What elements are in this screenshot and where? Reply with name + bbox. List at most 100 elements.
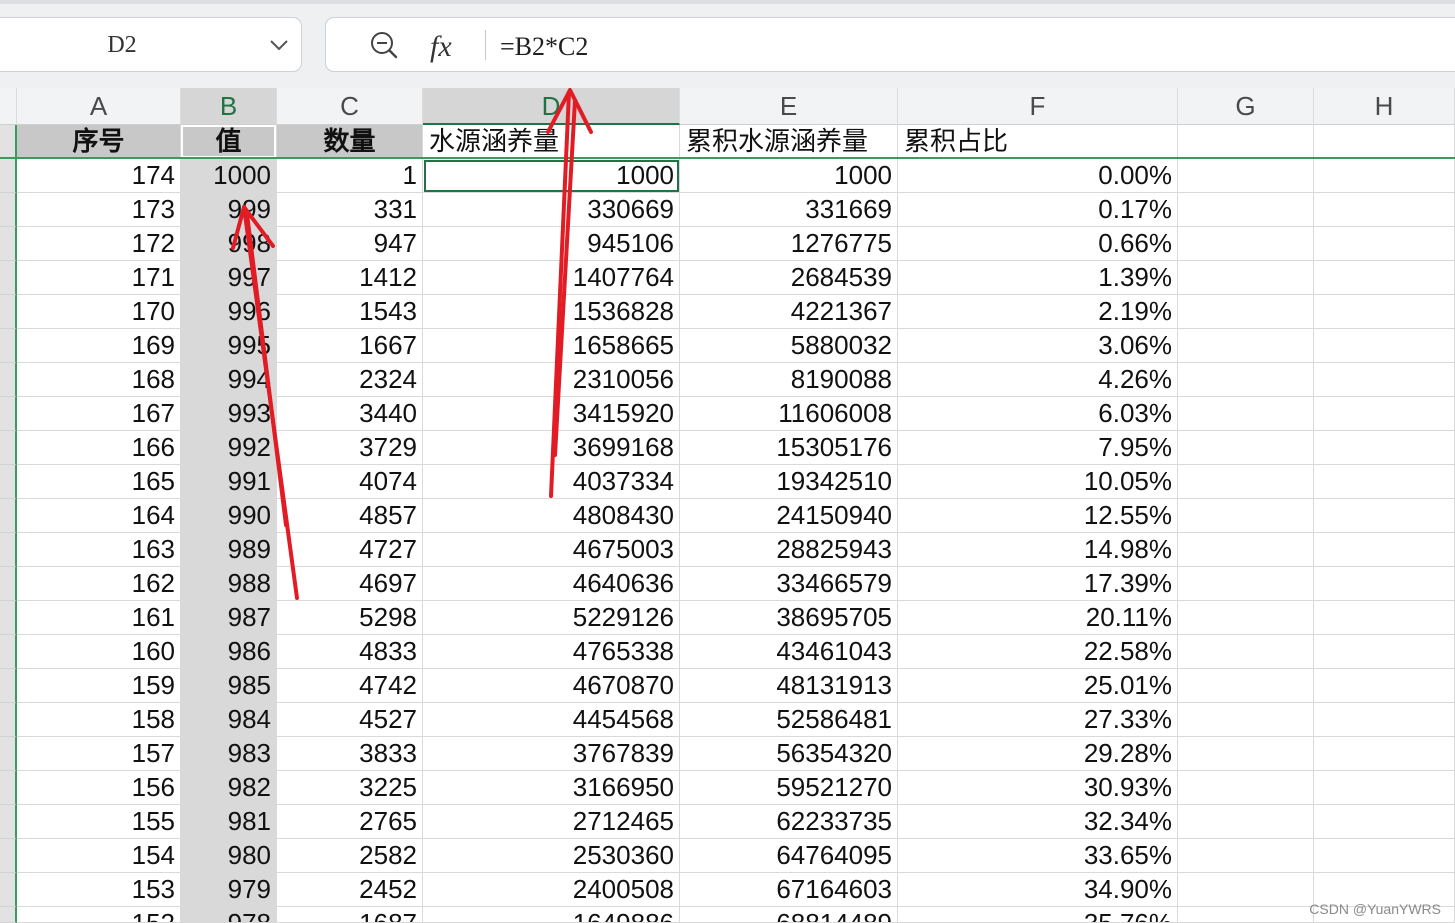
column-header-F[interactable]: F [898, 88, 1178, 125]
cell-D15[interactable]: 5229126 [423, 601, 680, 635]
cell-D7[interactable]: 1658665 [423, 329, 680, 363]
cell-H2[interactable] [1314, 159, 1455, 193]
cell-F16[interactable]: 22.58% [898, 635, 1178, 669]
cell-A19[interactable]: 157 [17, 737, 181, 771]
cell-H12[interactable] [1314, 499, 1455, 533]
header-cell-cumulative-share[interactable]: 累积占比 [898, 125, 1178, 159]
cell-F7[interactable]: 3.06% [898, 329, 1178, 363]
cell-B18[interactable]: 984 [181, 703, 277, 737]
cell-F9[interactable]: 6.03% [898, 397, 1178, 431]
cell-D23[interactable]: 2400508 [423, 873, 680, 907]
row-header[interactable] [0, 465, 17, 499]
cell-G18[interactable] [1178, 703, 1314, 737]
cell-C10[interactable]: 3729 [277, 431, 423, 465]
name-box-value[interactable]: D2 [94, 18, 150, 71]
cell-F5[interactable]: 1.39% [898, 261, 1178, 295]
cell-D11[interactable]: 4037334 [423, 465, 680, 499]
cell-E19[interactable]: 56354320 [680, 737, 898, 771]
cell-G7[interactable] [1178, 329, 1314, 363]
cell-G22[interactable] [1178, 839, 1314, 873]
cell-H9[interactable] [1314, 397, 1455, 431]
cell-H4[interactable] [1314, 227, 1455, 261]
row-header[interactable] [0, 363, 17, 397]
cell-E2[interactable]: 1000 [680, 159, 898, 193]
cell-A14[interactable]: 162 [17, 567, 181, 601]
row-header[interactable] [0, 567, 17, 601]
row-header[interactable] [0, 295, 17, 329]
cell-C6[interactable]: 1543 [277, 295, 423, 329]
cell-B9[interactable]: 993 [181, 397, 277, 431]
cell-A24[interactable]: 152 [17, 907, 181, 923]
cell-D18[interactable]: 4454568 [423, 703, 680, 737]
header-cell-value[interactable]: 值 [181, 125, 277, 159]
cell-F12[interactable]: 12.55% [898, 499, 1178, 533]
row-header[interactable] [0, 227, 17, 261]
cell-A11[interactable]: 165 [17, 465, 181, 499]
row-header[interactable] [0, 601, 17, 635]
cell-E6[interactable]: 4221367 [680, 295, 898, 329]
cell-C13[interactable]: 4727 [277, 533, 423, 567]
select-all-corner[interactable] [0, 88, 17, 125]
row-header[interactable] [0, 261, 17, 295]
cell-F21[interactable]: 32.34% [898, 805, 1178, 839]
cell-G17[interactable] [1178, 669, 1314, 703]
cell-D5[interactable]: 1407764 [423, 261, 680, 295]
cell-C8[interactable]: 2324 [277, 363, 423, 397]
cell-E10[interactable]: 15305176 [680, 431, 898, 465]
cell-C4[interactable]: 947 [277, 227, 423, 261]
row-header[interactable] [0, 329, 17, 363]
cell-B22[interactable]: 980 [181, 839, 277, 873]
cell-H11[interactable] [1314, 465, 1455, 499]
row-header[interactable] [0, 635, 17, 669]
cell-B20[interactable]: 982 [181, 771, 277, 805]
cell-B21[interactable]: 981 [181, 805, 277, 839]
cell-H1[interactable] [1314, 125, 1455, 159]
cell-G16[interactable] [1178, 635, 1314, 669]
header-cell-water-conservation[interactable]: 水源涵养量 [423, 125, 680, 159]
cell-A4[interactable]: 172 [17, 227, 181, 261]
cell-A20[interactable]: 156 [17, 771, 181, 805]
cell-D14[interactable]: 4640636 [423, 567, 680, 601]
cell-H10[interactable] [1314, 431, 1455, 465]
row-header[interactable] [0, 669, 17, 703]
cell-E15[interactable]: 38695705 [680, 601, 898, 635]
cell-E18[interactable]: 52586481 [680, 703, 898, 737]
name-box[interactable]: D2 [0, 17, 302, 72]
cell-E8[interactable]: 8190088 [680, 363, 898, 397]
row-header[interactable] [0, 193, 17, 227]
column-header-C[interactable]: C [277, 88, 423, 125]
column-header-H[interactable]: H [1314, 88, 1455, 125]
cell-E22[interactable]: 64764095 [680, 839, 898, 873]
cell-D2[interactable]: 1000 [423, 159, 680, 193]
cell-H15[interactable] [1314, 601, 1455, 635]
cell-G24[interactable] [1178, 907, 1314, 923]
cell-C3[interactable]: 331 [277, 193, 423, 227]
row-header[interactable] [0, 737, 17, 771]
cell-B5[interactable]: 997 [181, 261, 277, 295]
cell-E17[interactable]: 48131913 [680, 669, 898, 703]
cell-E5[interactable]: 2684539 [680, 261, 898, 295]
cell-C15[interactable]: 5298 [277, 601, 423, 635]
cell-D3[interactable]: 330669 [423, 193, 680, 227]
cell-G2[interactable] [1178, 159, 1314, 193]
cell-B8[interactable]: 994 [181, 363, 277, 397]
cell-D12[interactable]: 4808430 [423, 499, 680, 533]
cell-C9[interactable]: 3440 [277, 397, 423, 431]
cell-D8[interactable]: 2310056 [423, 363, 680, 397]
cell-C5[interactable]: 1412 [277, 261, 423, 295]
cell-H3[interactable] [1314, 193, 1455, 227]
cell-G4[interactable] [1178, 227, 1314, 261]
formula-bar[interactable]: fx =B2*C2 [325, 17, 1455, 72]
cell-H5[interactable] [1314, 261, 1455, 295]
cell-C17[interactable]: 4742 [277, 669, 423, 703]
cell-G20[interactable] [1178, 771, 1314, 805]
cell-C21[interactable]: 2765 [277, 805, 423, 839]
cell-F17[interactable]: 25.01% [898, 669, 1178, 703]
cell-A12[interactable]: 164 [17, 499, 181, 533]
cell-F15[interactable]: 20.11% [898, 601, 1178, 635]
cell-B16[interactable]: 986 [181, 635, 277, 669]
row-header[interactable] [0, 907, 17, 923]
cell-H20[interactable] [1314, 771, 1455, 805]
cell-C24[interactable]: 1687 [277, 907, 423, 923]
cell-F19[interactable]: 29.28% [898, 737, 1178, 771]
